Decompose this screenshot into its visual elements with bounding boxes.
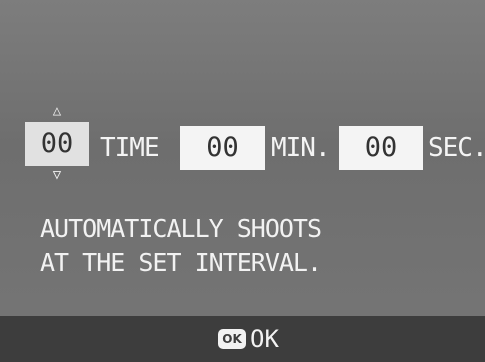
up-arrow-icon[interactable]: △ [48,104,66,118]
interval-setting-row: △ 00 ▽ TIME 00 MIN. 00 SEC. [0,104,485,184]
ok-button[interactable]: OK OK [218,324,279,354]
interval-description: AUTOMATICALLY SHOOTS AT THE SET INTERVAL… [40,212,460,280]
camera-screen: △ 00 ▽ TIME 00 MIN. 00 SEC. AUTOMATICALL… [0,0,485,362]
time-stepper[interactable]: △ 00 ▽ [25,104,89,184]
ok-label: OK [250,325,279,353]
ok-icon: OK [218,329,246,349]
down-arrow-icon[interactable]: ▽ [48,168,66,182]
minute-value-field[interactable]: 00 [180,126,265,170]
minute-unit-label: MIN. [271,133,331,163]
time-unit-label: TIME [100,133,160,163]
footer-bar: OK OK [0,316,485,362]
second-value-field[interactable]: 00 [339,126,423,170]
time-value-field[interactable]: 00 [25,122,89,166]
second-unit-label: SEC. [428,133,485,163]
description-line-1: AUTOMATICALLY SHOOTS [40,214,322,243]
description-line-2: AT THE SET INTERVAL. [40,248,322,277]
